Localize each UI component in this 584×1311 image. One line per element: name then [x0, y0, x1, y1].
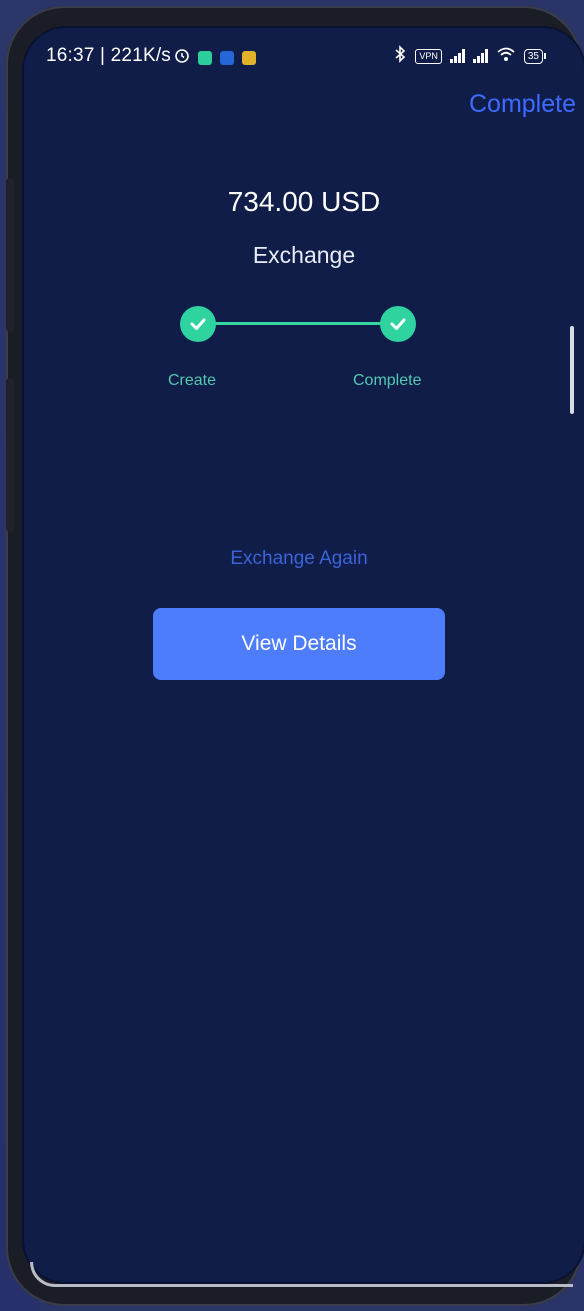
- wifi-icon: [496, 46, 516, 66]
- progress-stepper: [180, 304, 420, 344]
- status-bar: 16:37 | 221K/s VPN 35: [24, 28, 584, 86]
- app-icon: [198, 51, 212, 65]
- step-connector: [214, 322, 388, 325]
- app-icon: [220, 51, 234, 65]
- alarm-icon: [174, 47, 190, 69]
- battery-level: 35: [523, 48, 543, 64]
- amount-text: 734.00 USD: [227, 186, 381, 217]
- app-icon: [242, 51, 256, 65]
- complete-link[interactable]: Complete: [469, 90, 576, 119]
- step-complete-check-icon: [380, 306, 416, 342]
- vpn-icon: VPN: [415, 48, 442, 64]
- scrollbar[interactable]: [570, 326, 574, 414]
- view-details-button[interactable]: View Details: [153, 608, 445, 680]
- bluetooth-icon: [393, 45, 407, 67]
- signal-icon: [472, 49, 488, 63]
- status-time: 16:37 | 221K/s: [46, 45, 171, 66]
- signal-icon: [449, 49, 465, 63]
- app-screen: 16:37 | 221K/s VPN 35 Complete 734.00 US…: [24, 28, 584, 1282]
- status-system-icons: VPN 35: [393, 45, 546, 67]
- exchange-again-link[interactable]: Exchange Again: [24, 548, 574, 570]
- step-label-create: Create: [168, 372, 217, 389]
- power-button: [6, 378, 14, 532]
- status-notification-icons: [174, 47, 256, 69]
- step-create-check-icon: [180, 306, 216, 342]
- battery-icon: 35: [523, 48, 546, 64]
- step-label-complete: Complete: [353, 372, 422, 389]
- page-title: Exchange: [252, 242, 356, 268]
- phone-bottom-rim: [30, 1262, 573, 1287]
- volume-button: [6, 178, 14, 332]
